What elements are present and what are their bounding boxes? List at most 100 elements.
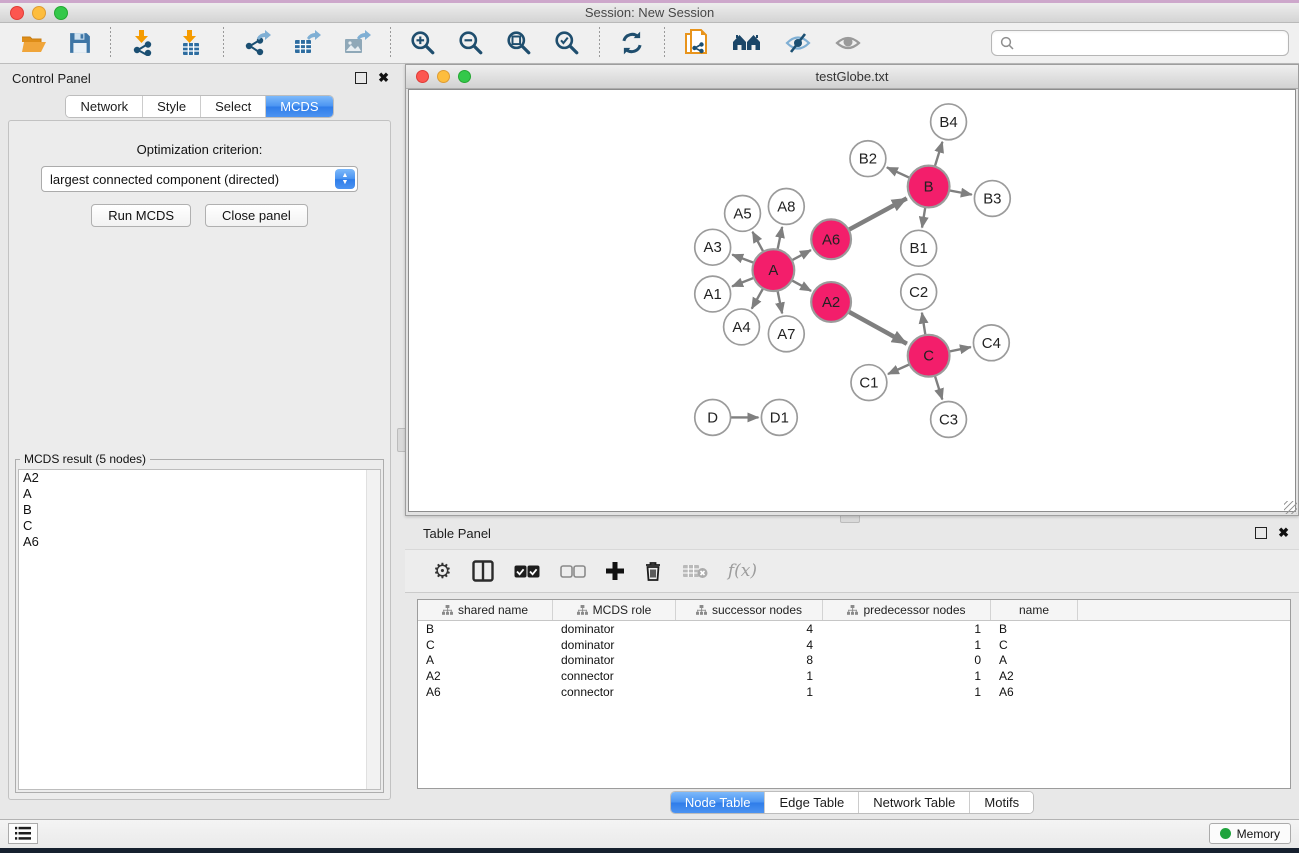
window-titlebar[interactable]: Session: New Session	[0, 3, 1299, 23]
home-button[interactable]	[728, 29, 766, 57]
tab-mcds[interactable]: MCDS	[265, 96, 332, 117]
close-table-panel-icon[interactable]: ✖	[1278, 528, 1289, 538]
hide-graphics-details-button[interactable]	[780, 29, 816, 57]
cell-name[interactable]: A	[991, 653, 1078, 667]
cell-MCDS-role[interactable]: connector	[553, 685, 676, 699]
node-table[interactable]: shared nameMCDS rolesuccessor nodesprede…	[417, 599, 1291, 789]
cell-shared-name[interactable]: A2	[418, 669, 553, 683]
graph-node-B4[interactable]: B4	[931, 104, 967, 140]
graph-node-C1[interactable]: C1	[851, 365, 887, 401]
create-column-button[interactable]	[606, 562, 624, 580]
delete-column-button[interactable]	[644, 561, 662, 581]
table-settings-button[interactable]: ⚙	[433, 561, 452, 582]
column-header-MCDS-role[interactable]: MCDS role	[553, 600, 676, 620]
cell-successor-nodes[interactable]: 1	[676, 685, 823, 699]
table-row[interactable]: Adominator80A	[418, 652, 1290, 668]
cell-shared-name[interactable]: A	[418, 653, 553, 667]
graph-node-C[interactable]: C	[908, 335, 950, 377]
cell-shared-name[interactable]: B	[418, 622, 553, 636]
graph-node-A2[interactable]: A2	[811, 282, 851, 322]
graph-node-A6[interactable]: A6	[811, 219, 851, 259]
cell-predecessor-nodes[interactable]: 1	[823, 669, 991, 683]
unselect-all-columns-button[interactable]	[560, 565, 586, 578]
graph-node-A[interactable]: A	[752, 249, 794, 291]
cell-predecessor-nodes[interactable]: 1	[823, 685, 991, 699]
eye-button[interactable]	[830, 30, 866, 56]
graph-node-D[interactable]: D	[695, 400, 731, 436]
graph-node-C2[interactable]: C2	[901, 274, 937, 310]
cell-successor-nodes[interactable]: 8	[676, 653, 823, 667]
zoom-in-button[interactable]	[406, 28, 440, 58]
table-row[interactable]: Cdominator41C	[418, 637, 1290, 653]
export-image-button[interactable]	[339, 28, 375, 58]
memory-button[interactable]: Memory	[1209, 823, 1291, 844]
mcds-result-item[interactable]: B	[19, 502, 380, 518]
float-panel-icon[interactable]	[355, 72, 367, 84]
tab-style[interactable]: Style	[142, 96, 200, 117]
graph-node-B3[interactable]: B3	[974, 181, 1010, 217]
import-table-button[interactable]	[174, 28, 208, 58]
cell-shared-name[interactable]: C	[418, 638, 553, 652]
column-header-successor-nodes[interactable]: successor nodes	[676, 600, 823, 620]
tab-select[interactable]: Select	[200, 96, 265, 117]
cell-MCDS-role[interactable]: connector	[553, 669, 676, 683]
graph-node-A7[interactable]: A7	[768, 316, 804, 352]
show-columns-button[interactable]	[472, 560, 494, 582]
network-window-titlebar[interactable]: testGlobe.txt	[406, 65, 1298, 89]
mcds-result-list[interactable]: A2ABCA6	[18, 469, 381, 790]
table-tab-edge-table[interactable]: Edge Table	[764, 792, 858, 813]
cell-MCDS-role[interactable]: dominator	[553, 622, 676, 636]
mcds-result-item[interactable]: A	[19, 486, 380, 502]
cell-predecessor-nodes[interactable]: 1	[823, 622, 991, 636]
open-session-button[interactable]	[17, 30, 51, 56]
mcds-result-item[interactable]: A6	[19, 534, 380, 550]
float-table-panel-icon[interactable]	[1255, 527, 1267, 539]
table-tab-node-table[interactable]: Node Table	[671, 792, 765, 813]
graph-node-A3[interactable]: A3	[695, 229, 731, 265]
table-row[interactable]: Bdominator41B	[418, 621, 1290, 637]
save-session-button[interactable]	[65, 30, 95, 56]
refresh-button[interactable]	[615, 28, 649, 58]
zoom-fit-button[interactable]	[502, 28, 536, 58]
cell-predecessor-nodes[interactable]: 0	[823, 653, 991, 667]
mcds-result-item[interactable]: A2	[19, 470, 380, 486]
export-network-button[interactable]	[239, 28, 275, 58]
cell-name[interactable]: C	[991, 638, 1078, 652]
scrollbar-track[interactable]	[366, 470, 380, 789]
graph-node-C4[interactable]: C4	[973, 325, 1009, 361]
task-history-button[interactable]	[8, 823, 38, 844]
graph-node-D1[interactable]: D1	[761, 400, 797, 436]
table-row[interactable]: A6connector11A6	[418, 684, 1290, 700]
search-field[interactable]	[991, 30, 1289, 56]
cell-successor-nodes[interactable]: 4	[676, 638, 823, 652]
search-input[interactable]	[1014, 36, 1288, 51]
table-row[interactable]: A2connector11A2	[418, 668, 1290, 684]
cell-name[interactable]: B	[991, 622, 1078, 636]
graph-node-C3[interactable]: C3	[931, 402, 967, 438]
zoom-selected-button[interactable]	[550, 28, 584, 58]
cell-name[interactable]: A6	[991, 685, 1078, 699]
import-network-button[interactable]	[126, 28, 160, 58]
criterion-dropdown[interactable]: largest connected component (directed) ▲…	[41, 166, 358, 192]
cell-shared-name[interactable]: A6	[418, 685, 553, 699]
graph-node-B1[interactable]: B1	[901, 230, 937, 266]
export-table-button[interactable]	[289, 28, 325, 58]
table-tab-network-table[interactable]: Network Table	[858, 792, 969, 813]
table-tab-motifs[interactable]: Motifs	[969, 792, 1033, 813]
clone-network-button[interactable]	[680, 27, 714, 59]
delete-table-button[interactable]	[682, 563, 708, 579]
graph-node-B[interactable]: B	[908, 166, 950, 208]
mcds-result-item[interactable]: C	[19, 518, 380, 534]
cell-predecessor-nodes[interactable]: 1	[823, 638, 991, 652]
graph-node-A8[interactable]: A8	[768, 189, 804, 225]
select-all-columns-button[interactable]	[514, 565, 540, 578]
run-mcds-button[interactable]: Run MCDS	[91, 204, 191, 227]
graph-node-A1[interactable]: A1	[695, 276, 731, 312]
graph-node-A4[interactable]: A4	[724, 309, 760, 345]
cell-MCDS-role[interactable]: dominator	[553, 638, 676, 652]
apply-function-button[interactable]: f(x)	[728, 561, 757, 581]
resize-grip-icon[interactable]	[1284, 501, 1297, 514]
cell-name[interactable]: A2	[991, 669, 1078, 683]
cell-successor-nodes[interactable]: 1	[676, 669, 823, 683]
close-panel-button[interactable]: Close panel	[205, 204, 308, 227]
